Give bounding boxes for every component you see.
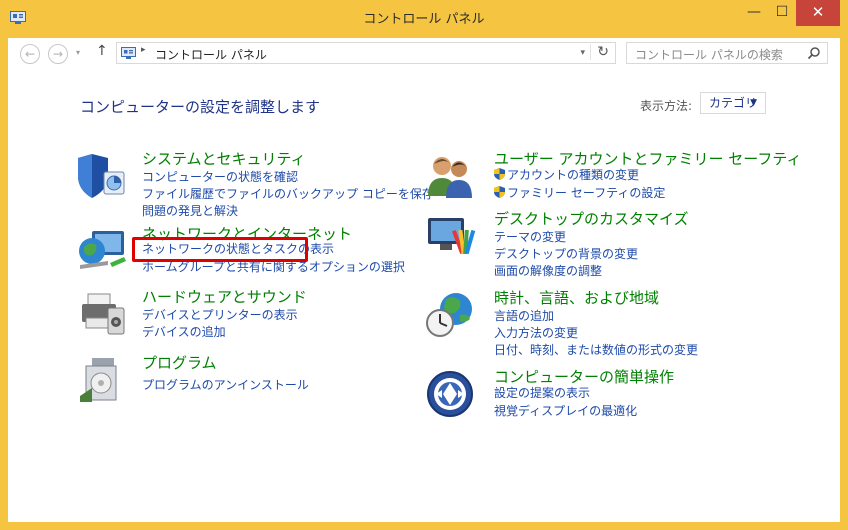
link-devices-printers[interactable]: デバイスとプリンターの表示 [142,306,298,323]
link-uninstall-program[interactable]: プログラムのアンインストール [142,376,309,393]
category-clock-language-region: 時計、言語、および地域 言語の追加 入力方法の変更 日付、時刻、または数値の形式… [426,287,826,357]
breadcrumb-control-panel[interactable]: コントロール パネル [155,46,267,63]
security-shield-icon[interactable] [78,152,128,200]
clock-globe-icon[interactable] [426,291,476,339]
view-by-label: 表示方法: [640,99,693,113]
close-button[interactable]: ✕ [796,0,840,26]
maximize-button[interactable]: ☐ [768,0,796,26]
search-icon[interactable] [807,46,821,60]
category-user-accounts: ユーザー アカウントとファミリー セーフティ アカウントの種類の変更 ファミリー… [426,148,826,208]
link-change-account-type-label[interactable]: アカウントの種類の変更 [507,168,639,182]
forward-button[interactable]: → [48,44,68,64]
link-change-desktop-background[interactable]: デスクトップの背景の変更 [494,245,638,262]
window-client: ← → ▾ ↑ ▸ コントロール パネル ▾ ↻ コントロール パネルの検索 コ… [8,38,840,522]
title-bar[interactable]: コントロール パネル — ☐ ✕ [0,0,848,38]
view-by-dropdown[interactable]: カテゴリ ▼ [700,92,766,114]
page-heading: コンピューターの設定を調整します [80,98,321,116]
category-title-hardware-sound[interactable]: ハードウェアとサウンド [142,286,307,307]
content-area: コンピューターの設定を調整します 表示方法: カテゴリ ▼ システムとセキュリテ… [8,70,840,522]
programs-box-icon[interactable] [78,356,128,404]
link-add-device[interactable]: デバイスの追加 [142,323,226,340]
ease-of-access-icon[interactable] [426,370,476,418]
category-title-appearance[interactable]: デスクトップのカスタマイズ [494,208,689,229]
refresh-button[interactable]: ↻ [590,44,609,60]
category-title-system-security[interactable]: システムとセキュリティ [142,148,306,169]
category-appearance: デスクトップのカスタマイズ テーマの変更 デスクトップの背景の変更 画面の解像度… [426,208,826,278]
link-find-fix-problems[interactable]: 問題の発見と解決 [142,202,238,219]
address-bar[interactable]: ▸ コントロール パネル ▾ ↻ [116,42,616,64]
link-file-history-backup[interactable]: ファイル履歴でファイルのバックアップ コピーを保存 [142,185,434,202]
recent-locations-button[interactable]: ▾ [76,48,80,57]
category-hardware-sound: ハードウェアとサウンド デバイスとプリンターの表示 デバイスの追加 [78,286,408,342]
back-button[interactable]: ← [20,44,40,64]
category-programs: プログラム プログラムのアンインストール [78,352,408,402]
category-system-security: システムとセキュリティ コンピューターの状態を確認 ファイル履歴でファイルのバッ… [78,148,434,219]
search-placeholder[interactable]: コントロール パネルの検索 [635,46,783,63]
up-button[interactable]: ↑ [96,43,108,59]
dropdown-caret-icon: ▼ [750,98,757,108]
link-family-safety-label[interactable]: ファミリー セーフティの設定 [507,186,665,200]
breadcrumb-separator-icon[interactable]: ▸ [141,45,146,55]
link-change-input-method[interactable]: 入力方法の変更 [494,324,578,341]
address-dropdown-icon[interactable]: ▾ [580,48,585,58]
link-adjust-screen-resolution[interactable]: 画面の解像度の調整 [494,262,602,279]
link-check-computer-status[interactable]: コンピューターの状態を確認 [142,168,298,185]
category-title-programs[interactable]: プログラム [142,352,217,373]
uac-shield-icon [494,168,505,180]
search-box[interactable]: コントロール パネルの検索 [626,42,828,64]
link-add-language[interactable]: 言語の追加 [494,307,554,324]
link-view-recommended-settings[interactable]: 設定の提案の表示 [494,384,590,401]
window-title: コントロール パネル [363,12,485,27]
network-globe-icon[interactable] [78,227,128,275]
category-ease-of-access: コンピューターの簡単操作 設定の提案の表示 視覚ディスプレイの最適化 [426,366,826,422]
control-panel-icon [121,47,136,59]
link-optimize-visual-display[interactable]: 視覚ディスプレイの最適化 [494,402,637,419]
minimize-button[interactable]: — [740,0,768,26]
highlight-rectangle [132,237,308,262]
navigation-bar: ← → ▾ ↑ ▸ コントロール パネル ▾ ↻ コントロール パネルの検索 [8,38,840,70]
desktop-personalize-icon[interactable] [426,212,476,260]
link-change-date-time-number-format[interactable]: 日付、時刻、または数値の形式の変更 [494,341,698,358]
window: コントロール パネル — ☐ ✕ ← → ▾ ↑ ▸ コントロール パネル ▾ [0,0,848,530]
uac-shield-icon [494,186,505,198]
printer-icon[interactable] [78,290,128,338]
category-title-clock-language-region[interactable]: 時計、言語、および地域 [494,287,659,308]
link-change-theme[interactable]: テーマの変更 [494,228,566,245]
link-change-account-type[interactable]: アカウントの種類の変更 [494,166,639,183]
link-family-safety[interactable]: ファミリー セーフティの設定 [494,184,665,201]
users-icon[interactable] [426,152,476,200]
